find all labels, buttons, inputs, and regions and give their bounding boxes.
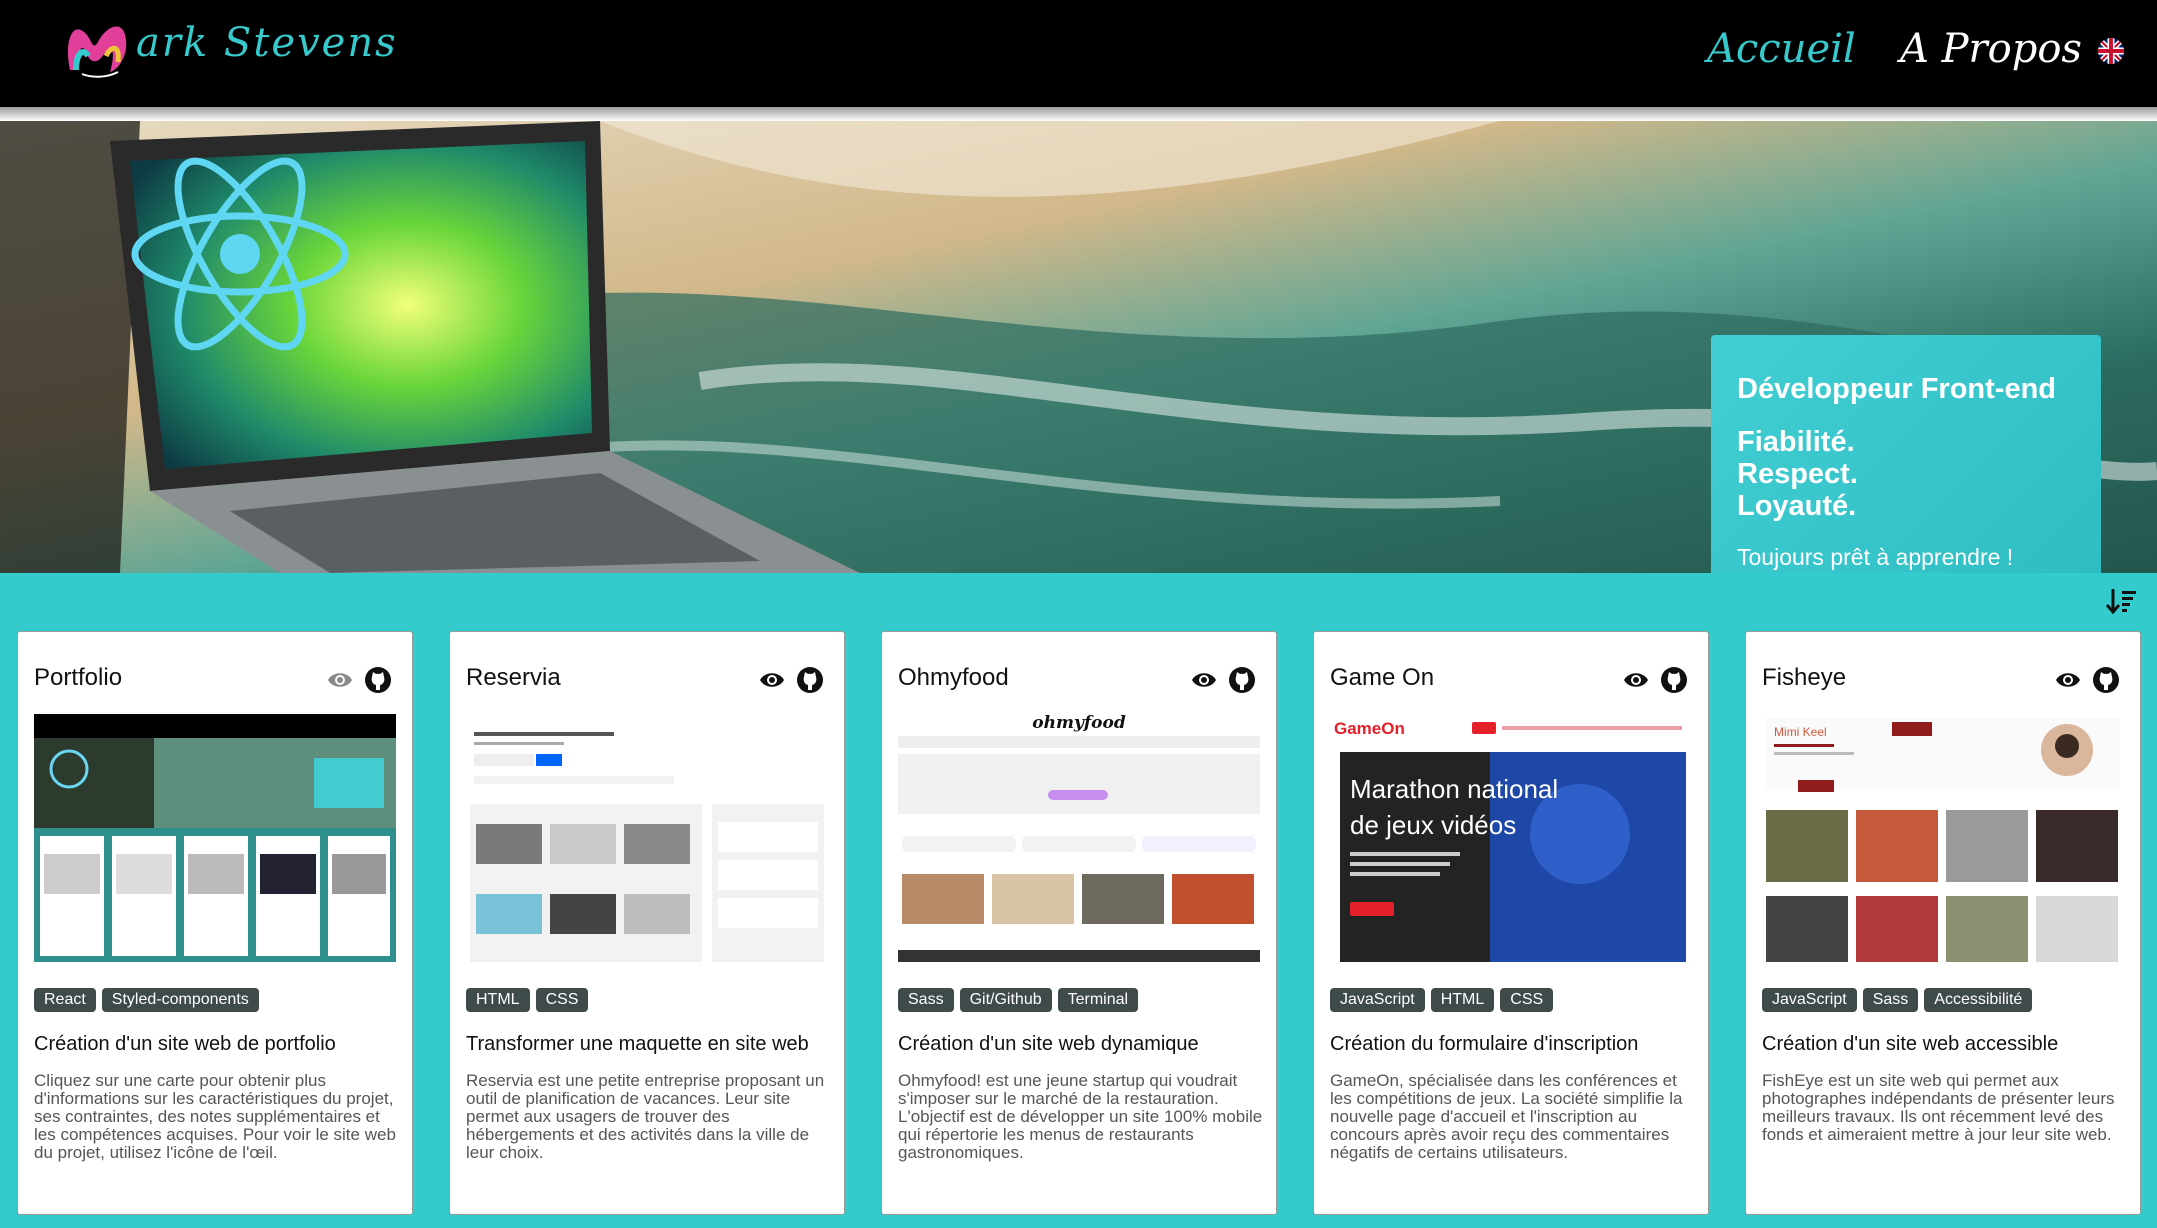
tech-tag: Sass (898, 988, 954, 1012)
project-title: Ohmyfood (898, 664, 1009, 691)
project-description: Cliquez sur une carte pour obtenir plus … (34, 1071, 396, 1162)
ohmyfood-logo: ohmyfood (1032, 714, 1126, 733)
eye-icon[interactable] (326, 666, 354, 694)
project-screenshot: Mimi Keel (1762, 714, 2124, 962)
project-description: Ohmyfood! est une jeune startup qui voud… (898, 1071, 1263, 1162)
hero-tagline: Toujours prêt à apprendre ! (1737, 544, 2014, 571)
nav-about-link[interactable]: A Propos (1900, 26, 2082, 72)
eye-icon[interactable] (2054, 666, 2082, 694)
hero-intro-card: Développeur Front-end Fiabilité. Respect… (1711, 335, 2101, 573)
tech-tag: HTML (1430, 988, 1495, 1012)
logo-text: ark Stevens (136, 20, 398, 66)
project-heading: Transformer une maquette en site web (466, 1033, 809, 1055)
hero-value: Respect. (1737, 458, 1858, 491)
fisheye-photographer-name: Mimi Keel (1774, 725, 1827, 739)
eye-icon[interactable] (1190, 666, 1218, 694)
project-screenshot (466, 714, 828, 962)
gameon-headline: Marathon national (1350, 774, 1558, 804)
tech-tag: HTML (466, 988, 530, 1012)
tech-tag: React (34, 988, 96, 1012)
eye-icon[interactable] (758, 666, 786, 694)
gameon-headline: de jeux vidéos (1350, 810, 1516, 840)
project-description: GameOn, spécialisée dans les conférences… (1330, 1071, 1683, 1162)
hero-banner: Développeur Front-end Fiabilité. Respect… (0, 121, 2157, 573)
project-card-ohmyfood[interactable]: Ohmyfood ohmyfood Sass Git/Github Termin… (881, 631, 1277, 1215)
project-screenshot (34, 714, 396, 962)
tech-tag: CSS (535, 988, 589, 1012)
tech-tag: Styled-components (101, 988, 259, 1012)
project-title: Fisheye (1762, 664, 1847, 691)
tech-tag: JavaScript (1330, 988, 1425, 1012)
uk-flag-icon[interactable] (2098, 38, 2124, 64)
hero-value: Loyauté. (1737, 490, 1857, 523)
project-card-game-on[interactable]: Game On GameOn Marathon national de jeux… (1313, 631, 1709, 1215)
tech-tag: JavaScript (1762, 988, 1857, 1012)
tech-tag: Git/Github (959, 988, 1052, 1012)
tech-tag: Accessibilité (1924, 988, 2033, 1012)
project-screenshot: ohmyfood (898, 714, 1260, 962)
gameon-logo: GameOn (1334, 719, 1405, 738)
project-title: Portfolio (34, 664, 123, 691)
project-heading: Création d'un site web dynamique (898, 1033, 1199, 1055)
hero-values: Fiabilité. Respect. Loyauté. (1737, 426, 2075, 522)
github-icon[interactable] (1660, 666, 1688, 694)
eye-icon[interactable] (1622, 666, 1650, 694)
hero-title: Développeur Front-end (1737, 373, 2057, 405)
project-description: FishEye est un site web qui permet aux p… (1762, 1071, 2115, 1144)
github-icon[interactable] (2092, 666, 2120, 694)
site-header: ark Stevens Accueil A Propos (0, 0, 2157, 107)
github-icon[interactable] (364, 666, 392, 694)
header-divider (0, 107, 2157, 121)
github-icon[interactable] (1228, 666, 1256, 694)
tech-tag: Sass (1862, 988, 1919, 1012)
sort-descending-icon[interactable] (2105, 585, 2137, 617)
project-screenshot: GameOn Marathon national de jeux vidéos (1330, 714, 1692, 962)
logo-mark-icon (67, 26, 127, 78)
project-card-fisheye[interactable]: Fisheye Mimi Keel JavaScript Sass Access… (1745, 631, 2141, 1215)
project-heading: Création d'un site web de portfolio (34, 1033, 336, 1055)
project-heading: Création du formulaire d'inscription (1330, 1033, 1639, 1055)
project-title: Game On (1330, 664, 1435, 691)
tech-tag: Terminal (1057, 988, 1139, 1012)
project-card-portfolio[interactable]: Portfolio React Styled-components Créati… (17, 631, 413, 1215)
hero-value: Fiabilité. (1737, 426, 1855, 459)
logo[interactable]: ark Stevens (62, 8, 396, 88)
project-card-reservia[interactable]: Reservia HTML CSS Transformer une maquet (449, 631, 845, 1215)
project-description: Reservia est une petite entreprise propo… (466, 1071, 825, 1162)
project-title: Reservia (466, 664, 561, 691)
github-icon[interactable] (796, 666, 824, 694)
nav-home-link[interactable]: Accueil (1707, 26, 1856, 72)
tech-tag: CSS (1500, 988, 1554, 1012)
project-heading: Création d'un site web accessible (1762, 1033, 2059, 1055)
